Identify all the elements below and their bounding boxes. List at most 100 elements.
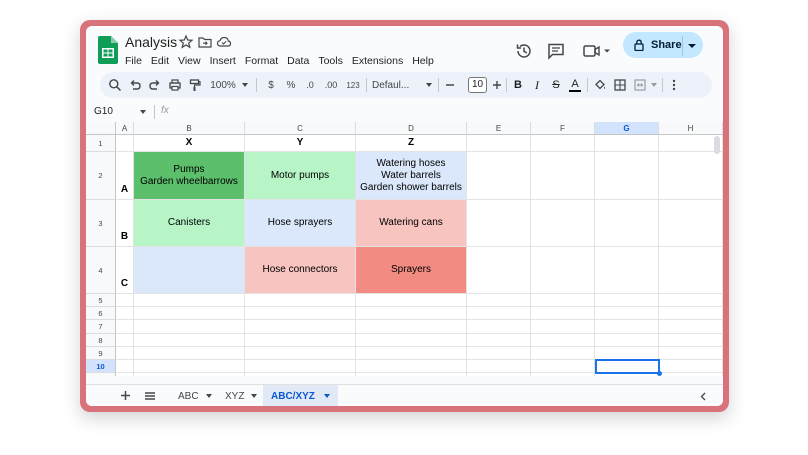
- merge-cells-icon[interactable]: [632, 77, 648, 93]
- empty-cell[interactable]: [531, 135, 595, 152]
- empty-cell[interactable]: [595, 320, 659, 334]
- column-header-e[interactable]: E: [467, 122, 531, 135]
- column-header-c[interactable]: C: [245, 122, 356, 135]
- empty-cell[interactable]: [116, 360, 134, 373]
- cell-d4[interactable]: Sprayers: [356, 247, 467, 294]
- cell-b1[interactable]: X: [134, 135, 245, 152]
- empty-cell[interactable]: [659, 152, 723, 200]
- bold-button[interactable]: B: [511, 77, 525, 93]
- empty-cell[interactable]: [467, 200, 531, 247]
- menu-insert[interactable]: Insert: [210, 55, 236, 67]
- all-sheets-icon[interactable]: [144, 391, 156, 401]
- sheet-tab-abc-xyz[interactable]: ABC/XYZ: [263, 385, 338, 406]
- row-header-4[interactable]: 4: [86, 247, 116, 294]
- empty-cell[interactable]: [116, 320, 134, 334]
- sheet-tab-xyz[interactable]: XYZ: [219, 385, 263, 406]
- empty-cell[interactable]: [659, 200, 723, 247]
- cell-a3[interactable]: B: [116, 200, 134, 247]
- empty-cell[interactable]: [116, 373, 134, 376]
- increase-decimal-button[interactable]: .00: [322, 77, 340, 93]
- cell-d3[interactable]: Watering cans: [356, 200, 467, 247]
- empty-cell[interactable]: [467, 347, 531, 360]
- paint-format-icon[interactable]: [187, 77, 203, 93]
- empty-cell[interactable]: [467, 307, 531, 320]
- borders-icon[interactable]: [612, 77, 628, 93]
- empty-cell[interactable]: [116, 307, 134, 320]
- number-format-button[interactable]: 123: [344, 77, 362, 93]
- empty-cell[interactable]: [659, 320, 723, 334]
- empty-cell[interactable]: [356, 334, 467, 347]
- empty-cell[interactable]: [531, 307, 595, 320]
- empty-cell[interactable]: [531, 373, 595, 376]
- column-header-h[interactable]: H: [659, 122, 723, 135]
- empty-cell[interactable]: [134, 360, 245, 373]
- empty-cell[interactable]: [467, 247, 531, 294]
- empty-cell[interactable]: [531, 334, 595, 347]
- empty-cell[interactable]: [116, 294, 134, 307]
- row-header-1[interactable]: 1: [86, 135, 116, 152]
- cell-a4[interactable]: C: [116, 247, 134, 294]
- column-header-f[interactable]: F: [531, 122, 595, 135]
- menu-help[interactable]: Help: [412, 55, 434, 67]
- empty-cell[interactable]: [467, 294, 531, 307]
- empty-cell[interactable]: [134, 347, 245, 360]
- redo-icon[interactable]: [147, 77, 163, 93]
- empty-cell[interactable]: [356, 307, 467, 320]
- empty-cell[interactable]: [531, 347, 595, 360]
- empty-cell[interactable]: [531, 247, 595, 294]
- increase-font-size-icon[interactable]: [490, 77, 504, 93]
- empty-cell[interactable]: [245, 334, 356, 347]
- cell-a2[interactable]: A: [116, 152, 134, 200]
- empty-cell[interactable]: [467, 152, 531, 200]
- empty-cell[interactable]: [245, 373, 356, 376]
- empty-cell[interactable]: [134, 320, 245, 334]
- column-header-g[interactable]: G: [595, 122, 659, 135]
- sheet-tab-dropdown-icon[interactable]: [205, 394, 212, 398]
- cell-b4[interactable]: [134, 247, 245, 294]
- empty-cell[interactable]: [659, 373, 723, 376]
- empty-cell[interactable]: [531, 360, 595, 373]
- italic-button[interactable]: I: [530, 77, 544, 93]
- empty-cell[interactable]: [134, 307, 245, 320]
- row-header-5[interactable]: 5: [86, 294, 116, 307]
- empty-cell[interactable]: [467, 320, 531, 334]
- text-color-button[interactable]: A: [568, 77, 582, 93]
- empty-cell[interactable]: [531, 294, 595, 307]
- row-header-8[interactable]: 8: [86, 334, 116, 347]
- add-sheet-icon[interactable]: [120, 390, 131, 401]
- empty-cell[interactable]: [595, 135, 659, 152]
- empty-cell[interactable]: [356, 347, 467, 360]
- column-header-b[interactable]: B: [134, 122, 245, 135]
- column-header-a[interactable]: A: [116, 122, 134, 135]
- empty-cell[interactable]: [134, 373, 245, 376]
- undo-icon[interactable]: [127, 77, 143, 93]
- menu-view[interactable]: View: [178, 55, 201, 67]
- row-header-10[interactable]: 10: [86, 360, 116, 373]
- row-header-7[interactable]: 7: [86, 320, 116, 334]
- name-box[interactable]: G10: [94, 106, 113, 117]
- zoom-select[interactable]: 100%: [208, 77, 238, 93]
- empty-cell[interactable]: [245, 347, 356, 360]
- currency-format-button[interactable]: $: [264, 77, 278, 93]
- empty-cell[interactable]: [659, 294, 723, 307]
- empty-cell[interactable]: [659, 360, 723, 373]
- comments-icon[interactable]: [546, 41, 566, 61]
- empty-cell[interactable]: [245, 320, 356, 334]
- row-header-2[interactable]: 2: [86, 152, 116, 200]
- more-options-icon[interactable]: [667, 77, 681, 93]
- empty-cell[interactable]: [467, 360, 531, 373]
- empty-cell[interactable]: [659, 247, 723, 294]
- menu-tools[interactable]: Tools: [318, 55, 343, 67]
- cell-c3[interactable]: Hose sprayers: [245, 200, 356, 247]
- print-icon[interactable]: [167, 77, 183, 93]
- star-icon[interactable]: [178, 34, 194, 50]
- empty-cell[interactable]: [595, 307, 659, 320]
- cell-d2[interactable]: Watering hoses Water barrels Garden show…: [356, 152, 467, 200]
- empty-cell[interactable]: [356, 373, 467, 376]
- strikethrough-button[interactable]: S: [549, 77, 563, 93]
- empty-cell[interactable]: [245, 360, 356, 373]
- sheets-logo-icon[interactable]: [98, 36, 118, 64]
- row-header-3[interactable]: 3: [86, 200, 116, 247]
- empty-cell[interactable]: [245, 294, 356, 307]
- cell-c2[interactable]: Motor pumps: [245, 152, 356, 200]
